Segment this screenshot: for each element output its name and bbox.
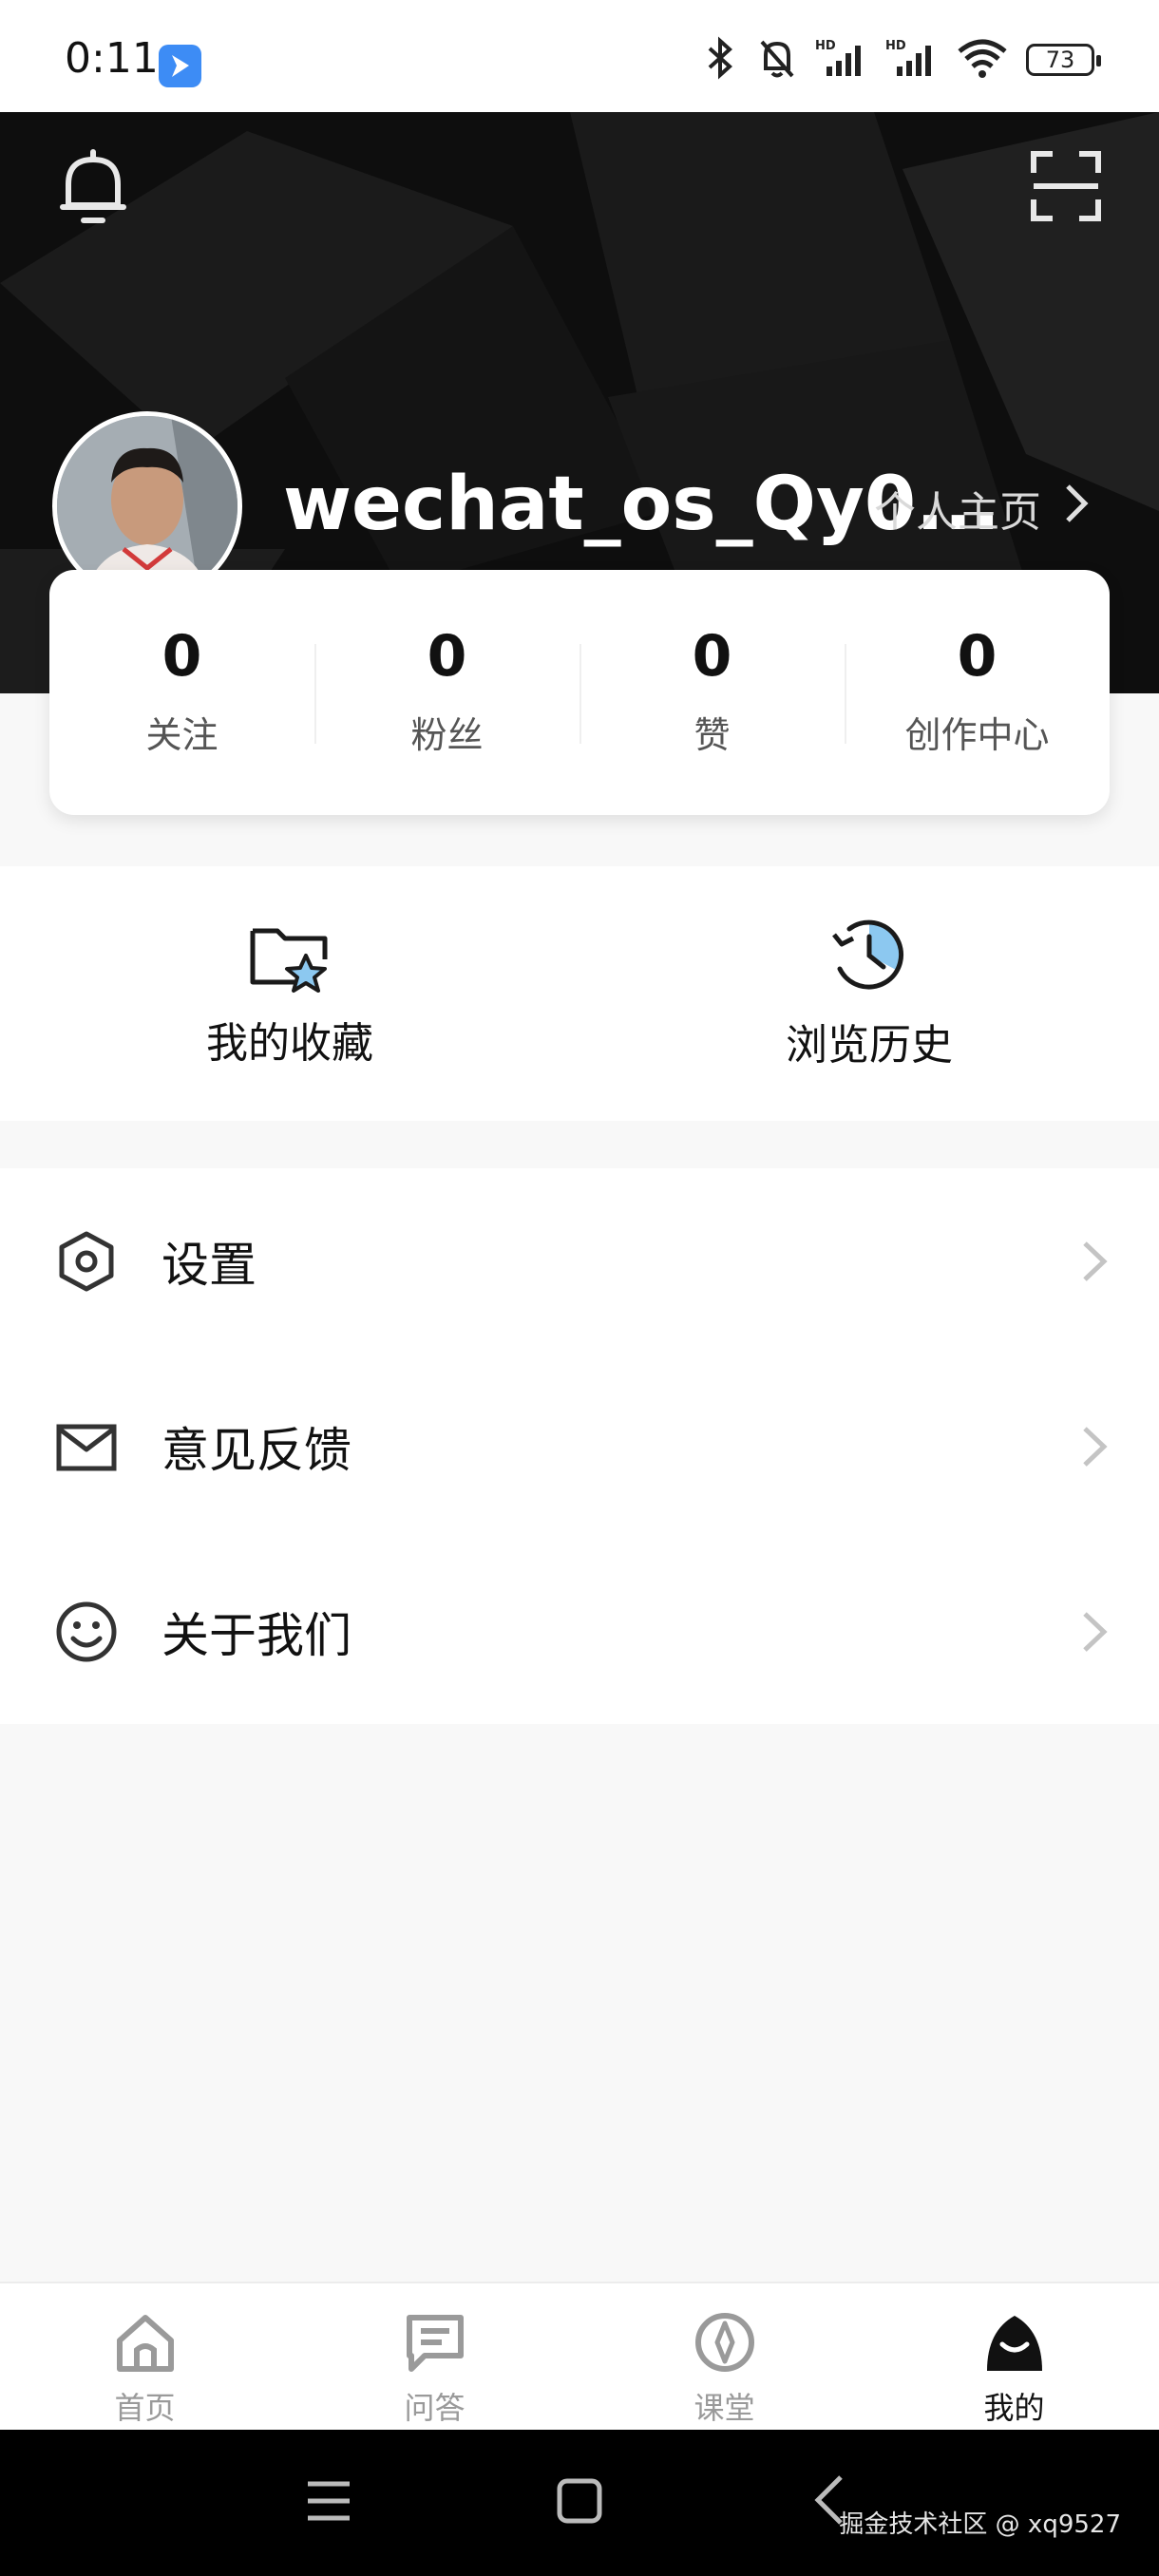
- tab-home[interactable]: 首页: [0, 2283, 290, 2432]
- home-square-icon[interactable]: [556, 2477, 603, 2529]
- smiley-icon: [55, 1601, 118, 1663]
- chat-icon: [404, 2312, 466, 2377]
- signal-hd-icon: HD: [815, 36, 868, 84]
- watermark-text: 掘金技术社区 @ xq9527: [839, 2510, 1121, 2539]
- system-navigation-bar: [0, 2430, 1159, 2576]
- quick-actions: 我的收藏 浏览历史: [0, 866, 1159, 1121]
- stat-label: 赞: [694, 713, 731, 756]
- status-bar: 0:11 HD HD 73: [0, 0, 1159, 112]
- stat-following[interactable]: 0 关注: [49, 570, 314, 815]
- scan-icon[interactable]: [1030, 150, 1102, 226]
- gear-hexagon-icon: [55, 1230, 118, 1293]
- stat-value: 0: [427, 622, 467, 690]
- my-favorites-button[interactable]: 我的收藏: [0, 866, 580, 1121]
- browse-history-button[interactable]: 浏览历史: [580, 866, 1159, 1121]
- battery-icon: 73: [1026, 44, 1101, 76]
- profile-icon: [983, 2312, 1046, 2377]
- notification-bell-icon[interactable]: [59, 148, 127, 232]
- stat-value: 0: [692, 622, 732, 690]
- menu-item-settings[interactable]: 设置: [0, 1168, 1159, 1354]
- favorites-label: 我的收藏: [206, 1019, 373, 1068]
- history-clock-icon: [826, 916, 912, 999]
- stat-followers[interactable]: 0 粉丝: [314, 570, 580, 815]
- svg-text:HD: HD: [815, 39, 836, 53]
- tab-classroom[interactable]: 课堂: [580, 2283, 869, 2432]
- battery-level: 73: [1045, 47, 1075, 73]
- app-notification-icon: [159, 45, 201, 87]
- history-label: 浏览历史: [786, 1021, 953, 1070]
- status-icons: HD HD 73: [701, 36, 1101, 84]
- stat-label: 关注: [145, 713, 218, 756]
- bottom-tab-bar: 首页 问答 课堂 我的: [0, 2282, 1159, 2432]
- stat-value: 0: [957, 622, 998, 690]
- stat-value: 0: [162, 622, 202, 690]
- tab-qa[interactable]: 问答: [290, 2283, 580, 2432]
- bluetooth-icon: [701, 36, 739, 84]
- menu-label: 关于我们: [162, 1607, 352, 1663]
- personal-homepage-link[interactable]: 个人主页: [874, 478, 1089, 539]
- stats-card: 0 关注 0 粉丝 0 赞 0 创作中心: [49, 570, 1110, 815]
- tab-mine[interactable]: 我的: [869, 2283, 1159, 2432]
- chevron-right-icon: [1075, 1423, 1113, 1470]
- tab-label: 我的: [983, 2390, 1045, 2426]
- stat-label: 粉丝: [410, 713, 484, 756]
- chevron-right-icon: [1064, 483, 1089, 535]
- status-time: 0:11: [65, 34, 159, 83]
- chevron-right-icon: [1075, 1238, 1113, 1285]
- wifi-icon: [956, 36, 1009, 84]
- tab-label: 首页: [114, 2390, 176, 2426]
- star-folder-icon: [247, 918, 332, 997]
- chevron-right-icon: [1075, 1608, 1113, 1656]
- signal-hd-icon-2: HD: [885, 36, 939, 84]
- menu-label: 意见反馈: [162, 1422, 352, 1478]
- settings-menu: 设置 意见反馈 关于我们: [0, 1168, 1159, 1724]
- homepage-label: 个人主页: [874, 488, 1041, 537]
- stat-label: 创作中心: [904, 713, 1050, 756]
- svg-text:HD: HD: [885, 39, 906, 53]
- mute-bell-icon: [756, 36, 798, 84]
- stat-likes[interactable]: 0 赞: [580, 570, 845, 815]
- tab-label: 问答: [404, 2390, 466, 2426]
- menu-item-about-us[interactable]: 关于我们: [0, 1539, 1159, 1724]
- menu-item-feedback[interactable]: 意见反馈: [0, 1354, 1159, 1539]
- compass-icon: [694, 2312, 756, 2377]
- menu-label: 设置: [162, 1237, 256, 1293]
- mail-icon: [55, 1415, 118, 1478]
- tab-label: 课堂: [694, 2390, 755, 2426]
- menu-lines-icon[interactable]: [306, 2479, 352, 2527]
- home-icon: [114, 2312, 177, 2377]
- stat-creator-center[interactable]: 0 创作中心: [845, 570, 1110, 815]
